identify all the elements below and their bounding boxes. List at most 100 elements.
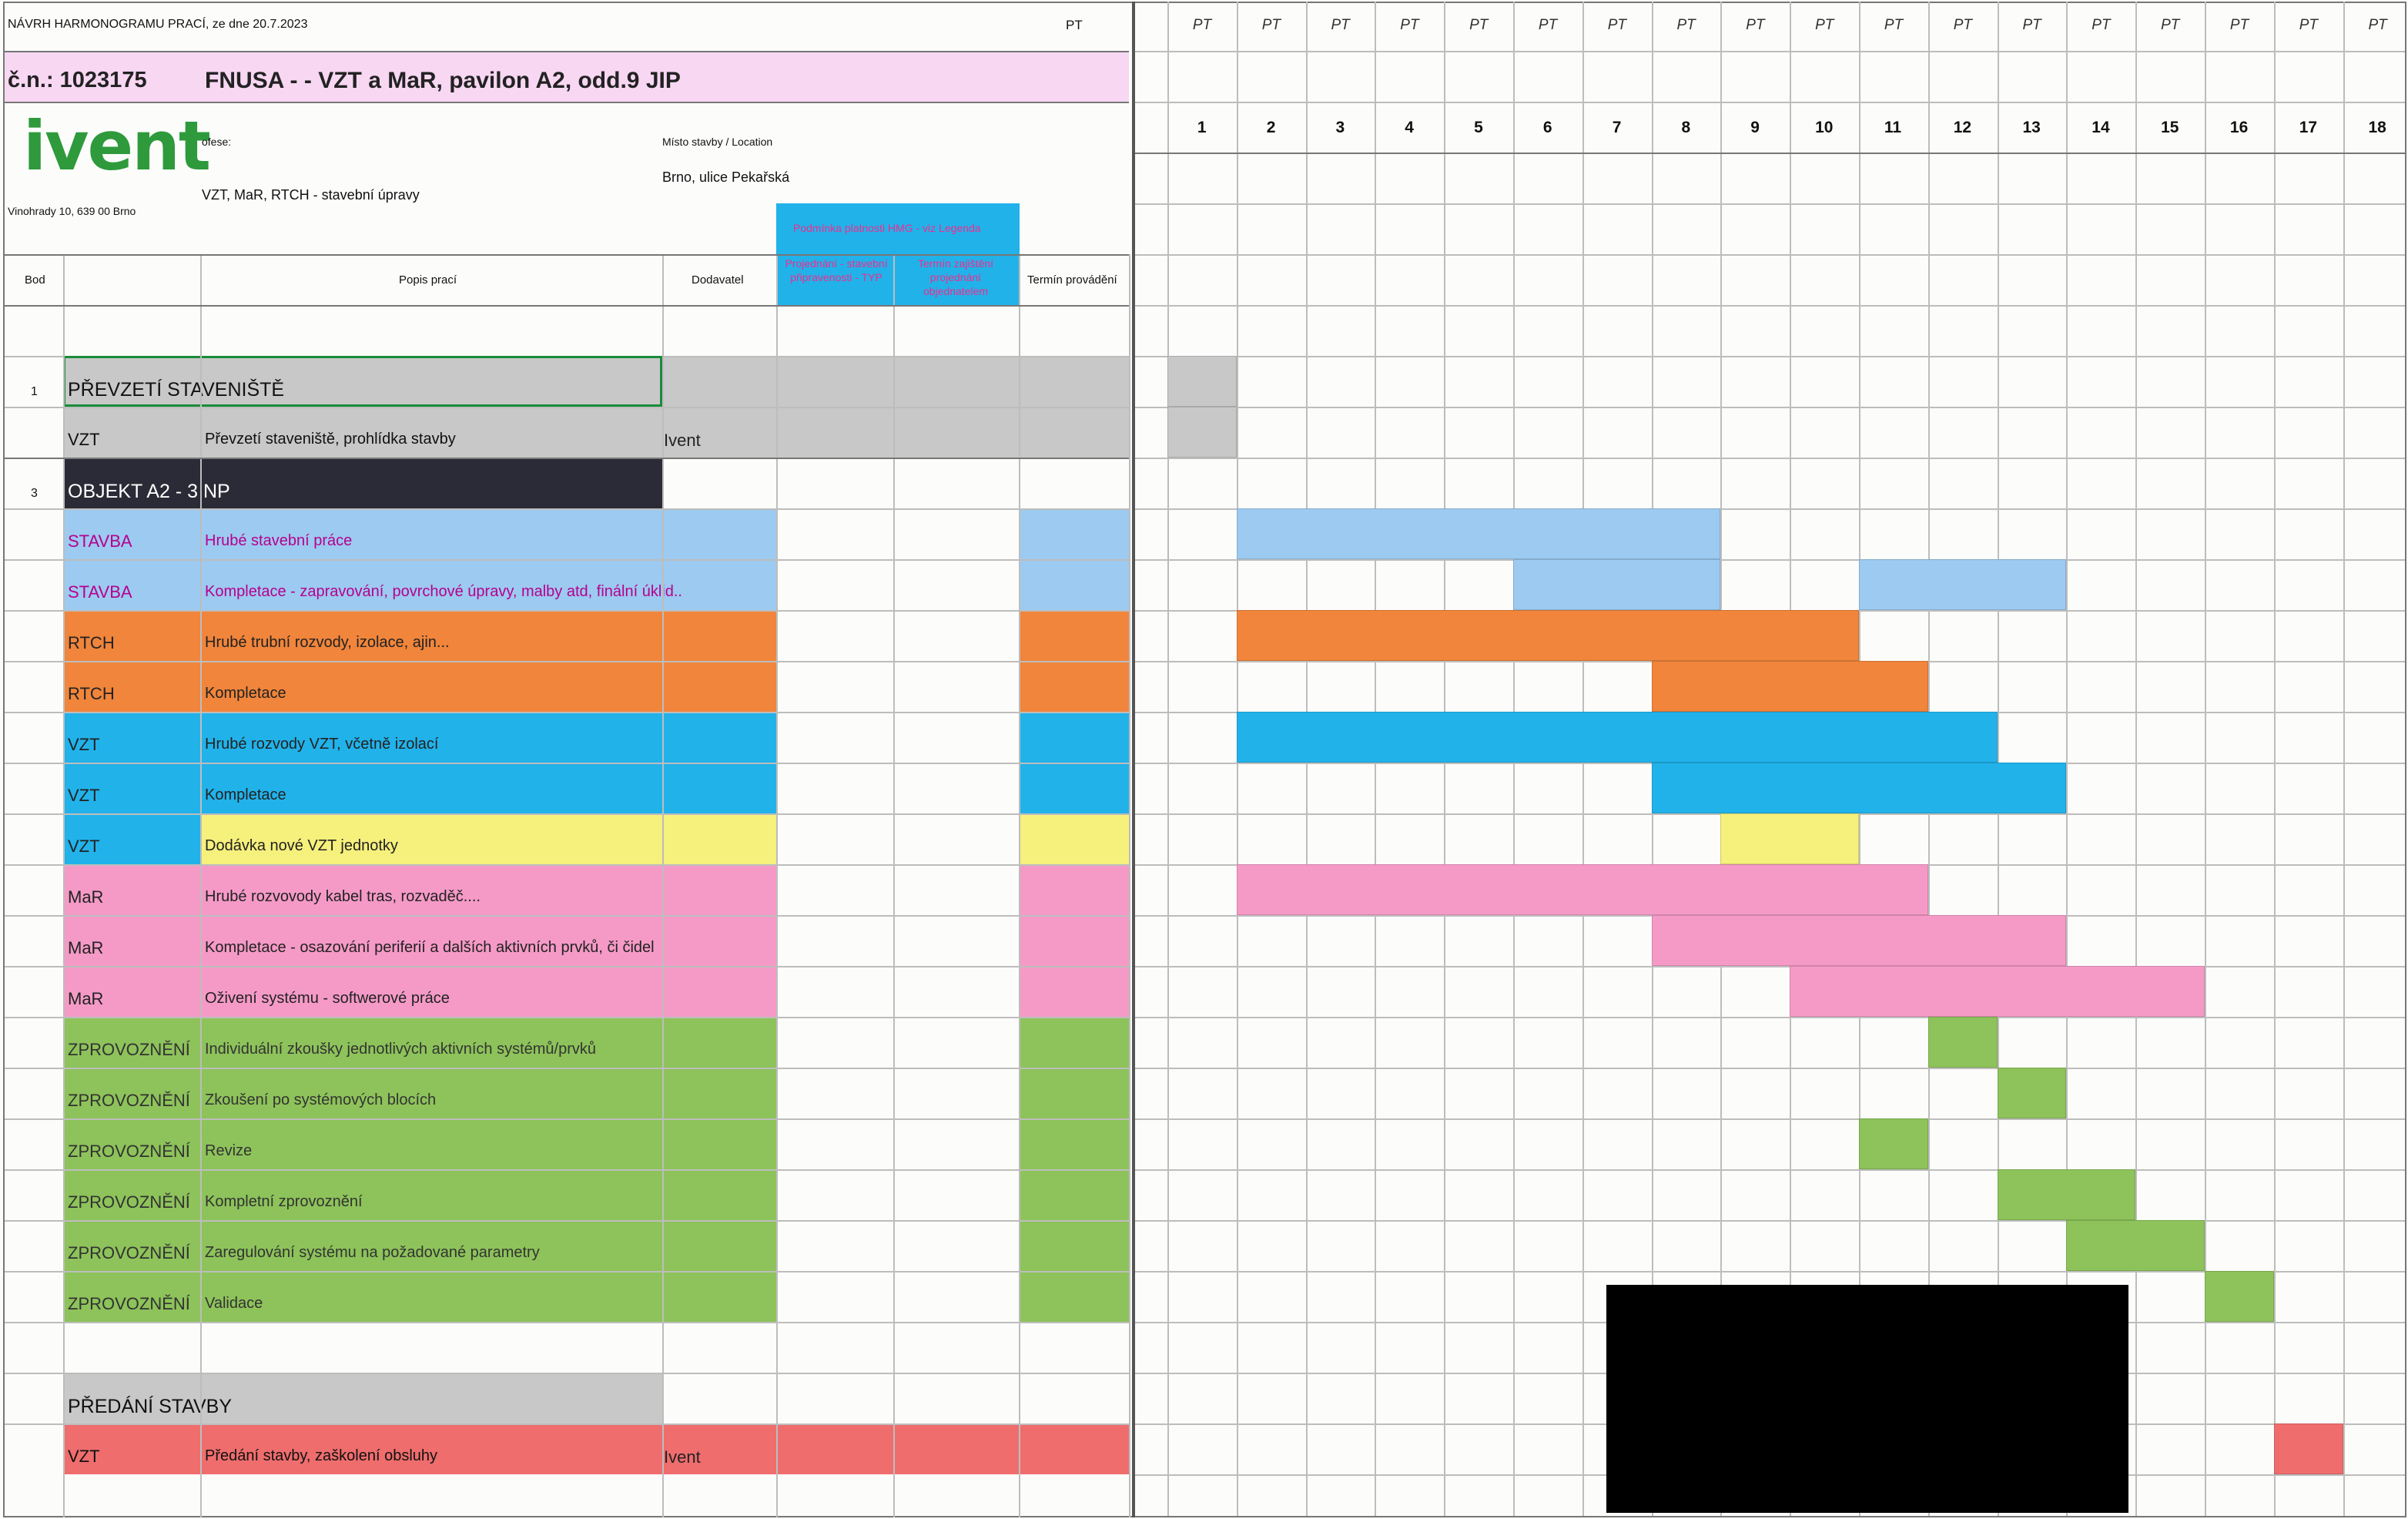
gantt-bar <box>1720 813 1859 864</box>
row-termin-cell <box>1019 1118 1129 1169</box>
row-termin-cell <box>1019 610 1129 661</box>
row-description: Převzetí staveniště, prohlídka stavby <box>205 431 456 448</box>
timeline-column-line <box>2273 2 2276 1516</box>
row-termin-cell <box>1019 661 1129 712</box>
row-divider <box>5 712 1129 713</box>
row-code: STAVBA <box>68 582 132 602</box>
col-popis-header: Popis prací <box>399 273 457 287</box>
top-border <box>3 2 2405 3</box>
gantt-bar <box>1997 1169 2136 1220</box>
row-description: Oživení systému - softwerové práce <box>205 990 450 1007</box>
timeline-day-number: 10 <box>1815 119 1834 136</box>
timeline-header-line <box>1135 51 2405 52</box>
timeline-day-number: 2 <box>1266 119 1276 136</box>
bottom-border <box>3 1516 2405 1517</box>
row-divider <box>5 763 1129 764</box>
row-code: ZPROVOZNĚNÍ <box>68 1243 190 1262</box>
timeline-pt-label: PT <box>2299 17 2318 33</box>
contract-number: č.n.: 1023175 <box>8 68 147 92</box>
timeline-day-number: 1 <box>1197 119 1207 136</box>
row-code: VZT <box>68 786 100 805</box>
row-description: Kompletace - osazování periferií a další… <box>205 939 655 956</box>
row-code: PŘEDÁNÍ STAVBY <box>68 1396 233 1417</box>
column-divider <box>662 254 664 1517</box>
timeline-column-line <box>2135 2 2138 1516</box>
row-termin-cell <box>1019 1068 1129 1118</box>
timeline-day-number: 4 <box>1405 119 1414 136</box>
timeline-pt-label: PT <box>1746 17 1765 33</box>
row-code: RTCH <box>68 684 115 703</box>
timeline-pt-label: PT <box>1331 17 1350 33</box>
redaction-box <box>1606 1285 2128 1513</box>
row-termin-cell <box>1019 864 1129 915</box>
timeline-column-line <box>1167 2 1169 1516</box>
row-code: OBJEKT A2 - 3 NP <box>68 481 230 502</box>
timeline-header-line <box>1135 254 2405 256</box>
row-termin-cell <box>1019 559 1129 610</box>
column-divider <box>200 254 202 1517</box>
row-code: ZPROVOZNĚNÍ <box>68 1091 190 1110</box>
timeline-day-number: 11 <box>1884 119 1902 136</box>
gantt-bar <box>1167 356 1237 407</box>
gantt-bar <box>1651 763 2067 813</box>
row-divider <box>5 1271 1129 1273</box>
row-divider <box>5 915 1129 917</box>
timeline-pt-label: PT <box>1953 17 1972 33</box>
gantt-bar <box>1790 966 2205 1017</box>
company-address: Vinohrady 10, 639 00 Brno <box>8 205 136 217</box>
timeline-pt-label: PT <box>1192 17 1212 33</box>
gantt-bar <box>1997 1068 2067 1118</box>
timeline-day-number: 3 <box>1335 119 1345 136</box>
timeline-pt-label: PT <box>2092 17 2111 33</box>
timeline-day-number: 9 <box>1750 119 1760 136</box>
right-border <box>2405 2 2406 1517</box>
column-divider <box>893 254 895 1517</box>
timeline-day-number: 6 <box>1542 119 1552 136</box>
row-code: ZPROVOZNĚNÍ <box>68 1192 190 1212</box>
timeline-header-line <box>1135 203 2405 205</box>
row-bod: 1 <box>31 385 38 398</box>
row-description: Hrubé rozvovody kabel tras, rozvaděč.... <box>205 888 481 905</box>
row-termin-cell <box>1019 1220 1129 1271</box>
row-supplier: Ivent <box>664 431 701 450</box>
row-description: Individuální zkoušky jednotlivých aktivn… <box>205 1041 597 1058</box>
row-divider <box>5 1118 1129 1120</box>
gantt-bar <box>2066 1220 2205 1271</box>
row-divider <box>5 1373 1129 1374</box>
timeline-day-number: 8 <box>1681 119 1691 136</box>
header-pt-label: PT <box>1066 18 1083 32</box>
selected-cell[interactable] <box>63 356 662 407</box>
row-code: VZT <box>68 1447 100 1466</box>
timeline-row-line <box>1135 458 2405 459</box>
row-code: VZT <box>68 837 100 856</box>
row-description: Kompletní zprovoznění <box>205 1193 363 1210</box>
row-code: RTCH <box>68 633 115 652</box>
row-code: MaR <box>68 887 104 907</box>
timeline-day-number: 18 <box>2368 119 2386 136</box>
timeline-column-line <box>2343 2 2345 1516</box>
timeline-pt-label: PT <box>1815 17 1834 33</box>
timeline-pt-label: PT <box>1676 17 1696 33</box>
gantt-bar <box>1236 864 1928 915</box>
row-termin-cell <box>1019 1271 1129 1322</box>
site-label: Místo stavby / Location <box>662 136 773 148</box>
header-divider <box>5 254 1129 256</box>
row-divider <box>5 661 1129 662</box>
column-divider <box>1129 254 1130 1517</box>
row-description: Předání stavby, zaškolení obsluhy <box>205 1447 438 1464</box>
gantt-bar <box>1927 1017 1998 1068</box>
timeline-day-number: 12 <box>1953 119 1972 136</box>
timeline-pt-label: PT <box>2022 17 2041 33</box>
project-name: FNUSA - - VZT a MaR, pavilon A2, odd.9 J… <box>205 68 681 93</box>
row-divider <box>5 1068 1129 1069</box>
row-termin-cell <box>1019 915 1129 966</box>
timeline-row-line <box>1135 356 2405 357</box>
conditions-col1-text: Projednání - stavební připravenosti - TY… <box>785 257 888 283</box>
timeline-pt-label: PT <box>1607 17 1626 33</box>
profese-label: ofese: <box>202 136 232 148</box>
row-description: Hrubé stavební práce <box>205 532 353 549</box>
gantt-bar <box>2205 1271 2274 1322</box>
row-termin-cell <box>1019 813 1129 864</box>
row-description: Validace <box>205 1295 263 1312</box>
timeline-day-number: 13 <box>2022 119 2041 136</box>
